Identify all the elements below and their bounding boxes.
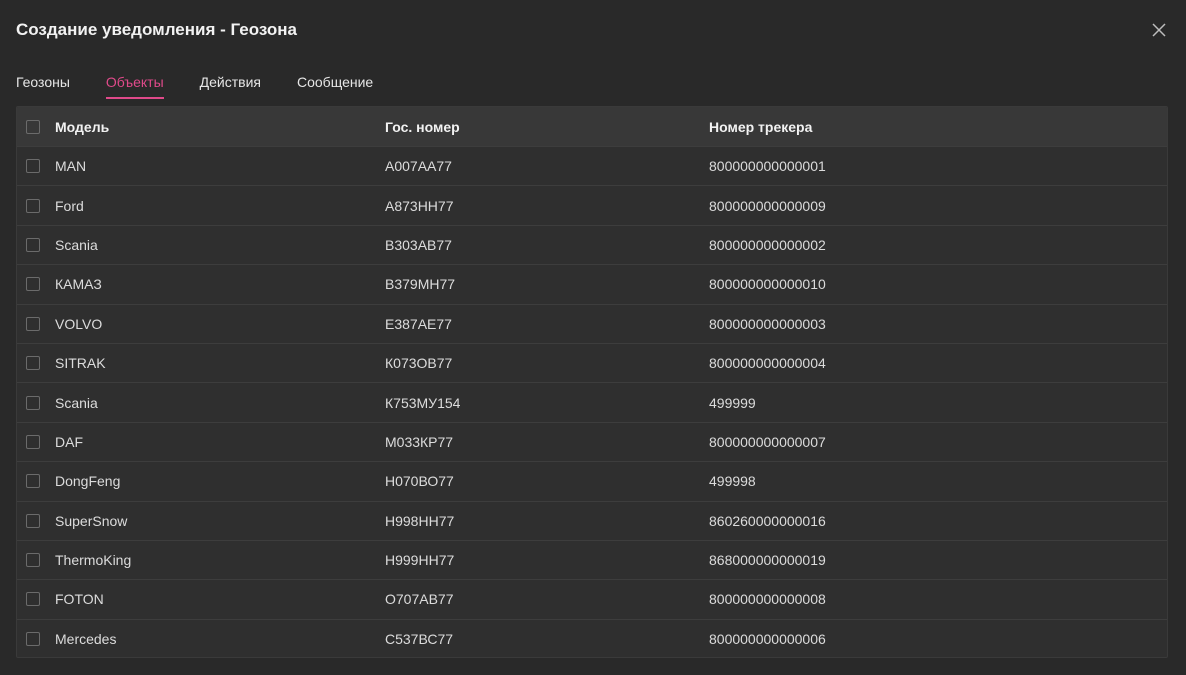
cell-tracker: 800000000000001 (709, 158, 826, 175)
cell-tracker: 800000000000003 (709, 315, 826, 332)
row-checkbox[interactable] (26, 631, 40, 646)
row-checkbox[interactable] (26, 434, 40, 449)
cell-plate: О707АВ77 (385, 591, 454, 608)
cell-model: Ford (55, 197, 84, 214)
table-row[interactable]: DongFeng Н070ВО77 499998 (17, 461, 1167, 500)
tab-geozones[interactable]: Геозоны (16, 73, 70, 99)
table-row[interactable]: VOLVO Е387АЕ77 800000000000003 (17, 303, 1167, 343)
cell-plate: А873НН77 (385, 197, 454, 214)
cell-tracker: 868000000000019 (709, 552, 826, 569)
cell-plate: А007АА77 (385, 158, 452, 175)
table-row[interactable]: SuperSnow Н998НН77 860260000000016 (17, 500, 1167, 540)
row-checkbox[interactable] (26, 474, 40, 489)
column-header-tracker[interactable]: Номер трекера (709, 119, 1167, 135)
close-icon[interactable] (1149, 20, 1169, 40)
cell-plate: В379МН77 (385, 276, 456, 293)
table-row[interactable]: Scania В303АВ77 800000000000002 (17, 224, 1167, 264)
cell-plate: К073ОВ77 (385, 355, 453, 372)
table-row[interactable]: Mercedes С537ВС77 800000000000006 (17, 618, 1167, 657)
table-row[interactable]: Scania К753МУ154 499999 (17, 382, 1167, 421)
table-row[interactable]: КАМАЗ В379МН77 800000000000010 (17, 264, 1167, 303)
cell-tracker: 800000000000006 (709, 630, 826, 647)
row-checkbox[interactable] (26, 592, 40, 607)
cell-model: MAN (55, 158, 87, 175)
row-checkbox[interactable] (26, 277, 40, 292)
cell-plate: Н999НН77 (385, 552, 455, 569)
dialog-title: Создание уведомления - Геозона (16, 20, 297, 39)
cell-plate: В303АВ77 (385, 236, 452, 253)
table-header: Модель Гос. номер Номер трекера (17, 107, 1167, 146)
cell-plate: М033КР77 (385, 433, 454, 450)
cell-model: SITRAK (55, 355, 106, 372)
tab-message[interactable]: Сообщение (297, 73, 373, 99)
column-header-plate[interactable]: Гос. номер (385, 119, 709, 135)
cell-model: Mercedes (55, 630, 117, 647)
row-checkbox[interactable] (26, 159, 40, 174)
table-row[interactable]: Ford А873НН77 800000000000009 (17, 185, 1167, 224)
tab-actions[interactable]: Действия (200, 73, 261, 99)
cell-model: FOTON (55, 591, 104, 608)
cell-model: ThermoKing (55, 552, 132, 569)
table-row[interactable]: DAF М033КР77 800000000000007 (17, 421, 1167, 461)
cell-tracker: 800000000000002 (709, 236, 826, 253)
cell-model: DongFeng (55, 473, 121, 490)
cell-model: Scania (55, 394, 98, 411)
cell-tracker: 800000000000007 (709, 433, 826, 450)
cell-tracker: 800000000000004 (709, 355, 826, 372)
cell-plate: С537ВС77 (385, 630, 454, 647)
cell-plate: Е387АЕ77 (385, 315, 452, 332)
row-checkbox[interactable] (26, 356, 40, 371)
objects-table: Модель Гос. номер Номер трекера MAN А007А… (16, 106, 1168, 658)
row-checkbox[interactable] (26, 513, 40, 528)
cell-tracker: 800000000000010 (709, 276, 826, 293)
row-checkbox[interactable] (26, 316, 40, 331)
column-header-model[interactable]: Модель (55, 119, 385, 135)
cell-plate: Н070ВО77 (385, 473, 454, 490)
table-row[interactable]: FOTON О707АВ77 800000000000008 (17, 579, 1167, 618)
cell-plate: Н998НН77 (385, 512, 455, 529)
cell-model: VOLVO (55, 315, 103, 332)
table-row[interactable]: SITRAK К073ОВ77 800000000000004 (17, 342, 1167, 382)
row-checkbox[interactable] (26, 237, 40, 252)
row-checkbox[interactable] (26, 395, 40, 410)
table-row[interactable]: MAN А007АА77 800000000000001 (17, 146, 1167, 185)
table-body: MAN А007АА77 800000000000001 Ford А873НН77 80… (17, 146, 1167, 657)
cell-plate: К753МУ154 (385, 394, 461, 411)
cell-tracker: 499998 (709, 473, 756, 490)
row-checkbox[interactable] (26, 198, 40, 213)
cell-tracker: 800000000000008 (709, 591, 826, 608)
tab-objects[interactable]: Объекты (105, 73, 164, 99)
table-row[interactable]: ThermoKing Н999НН77 868000000000019 (17, 539, 1167, 579)
cell-model: DAF (55, 433, 83, 450)
cell-model: Scania (55, 236, 98, 253)
cell-tracker: 499999 (709, 394, 756, 411)
row-checkbox[interactable] (26, 553, 40, 568)
tab-bar: Геозоны Объекты Действия Сообщение (16, 73, 373, 99)
cell-tracker: 800000000000009 (709, 197, 826, 214)
select-all-checkbox[interactable] (26, 119, 40, 134)
cell-model: КАМАЗ (55, 276, 102, 293)
cell-tracker: 860260000000016 (709, 512, 826, 529)
cell-model: SuperSnow (55, 512, 128, 529)
notification-dialog: Создание уведомления - Геозона Геозоны О… (0, 0, 1186, 675)
